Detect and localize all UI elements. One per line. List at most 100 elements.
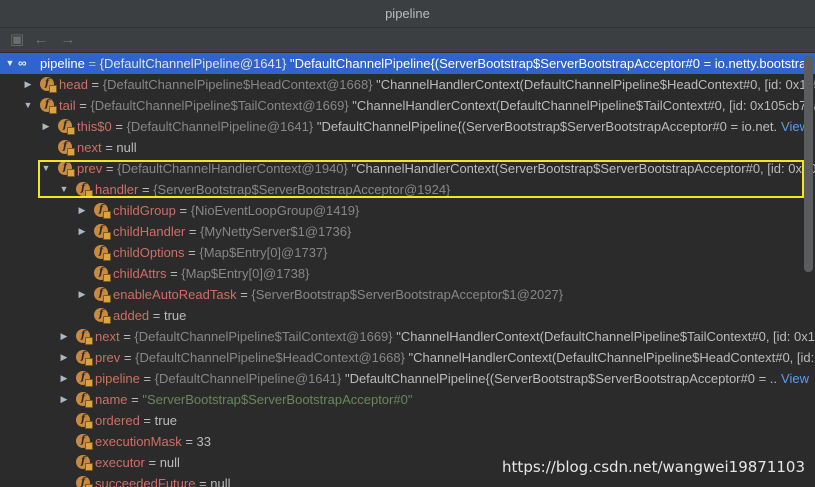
tree-row-content: name = "ServerBootstrap$ServerBootstrapA… [95,389,412,410]
expand-arrow-icon[interactable]: ▶ [58,347,70,368]
tree-row[interactable]: ▶ f this$0 = {DefaultChannelPipeline@1641}… [0,116,815,137]
field-name: succeededFuture [95,476,196,487]
field-type: {MyNettyServer$1@1736} [200,224,352,239]
field-value: "ChannelHandlerContext(DefaultChannelPip… [396,329,815,344]
field-icon: f [58,161,75,177]
tree-row[interactable]: ▶ f childHandler = {MyNettyServer$1@1736} [0,221,815,242]
expand-arrow-icon[interactable]: ▶ [58,368,70,389]
lock-icon [85,421,93,429]
tree-row[interactable]: ▶ f enableAutoReadTask = {ServerBootstrap$… [0,284,815,305]
equals-sign: = [175,203,191,218]
expand-arrow-icon[interactable]: ▶ [58,326,70,347]
back-arrow-icon[interactable]: ← [32,31,50,49]
field-type: {DefaultChannelHandlerContext@1940} [117,161,348,176]
field-icon: f [76,329,93,345]
equals-sign: = [149,308,164,323]
expand-arrow-icon[interactable]: ▶ [40,116,52,137]
field-name: executor [95,455,145,470]
lock-icon [103,274,111,282]
field-type: {DefaultChannelPipeline$TailContext@1669… [90,98,349,113]
field-type: {DefaultChannelPipeline$HeadContext@1668… [102,77,373,92]
field-name: next [95,329,120,344]
tree-row[interactable]: ▼ ∞ pipeline = {DefaultChannelPipeline@164… [0,53,815,74]
field-type: {ServerBootstrap$ServerBootstrapAcceptor… [153,182,451,197]
field-icon: f [76,182,93,198]
tree-row[interactable]: ▶ f childGroup = {NioEventLoopGroup@1419} [0,200,815,221]
field-icon: f [76,392,93,408]
tree-row[interactable]: ▶ f next = {DefaultChannelPipeline$TailCon… [0,326,815,347]
lock-icon [103,211,111,219]
collapse-arrow-icon[interactable]: ▼ [22,95,34,116]
field-type: {DefaultChannelPipeline@1641} [126,119,314,134]
field-icon: f [94,224,111,240]
lock-icon [67,169,75,177]
field-type: {DefaultChannelPipeline@1641} [154,371,342,386]
tree-row[interactable]: f childAttrs = {Map$Entry[0]@1738} [0,263,815,284]
expand-arrow-icon[interactable]: ▶ [76,284,88,305]
collapse-arrow-icon[interactable]: ▼ [4,53,16,74]
expand-arrow-icon[interactable]: ▶ [22,74,34,95]
collapse-arrow-icon[interactable]: ▼ [40,158,52,179]
field-icon: f [76,434,93,450]
field-icon: f [76,350,93,366]
tree-row-content: pipeline = {DefaultChannelPipeline@1641}… [40,53,814,74]
tree-row[interactable]: ▼ f tail = {DefaultChannelPipeline$TailCon… [0,95,815,116]
tree-row[interactable]: f ordered = true [0,410,815,431]
field-value: "DefaultChannelPipeline{(ServerBootstrap… [289,56,814,71]
equals-sign: = [102,161,118,176]
copy-icon[interactable]: ▣ [8,31,26,49]
forward-arrow-icon[interactable]: → [59,31,77,49]
field-name: ordered [95,413,140,428]
field-name: childOptions [113,245,185,260]
expand-arrow-icon[interactable]: ▶ [58,389,70,410]
equals-sign: = [195,476,211,487]
tree-row[interactable]: f added = true [0,305,815,326]
field-type: {Map$Entry[0]@1738} [181,266,310,281]
variables-tree[interactable]: ▼ ∞ pipeline = {DefaultChannelPipeline@164… [0,53,815,487]
equals-sign: = [139,413,155,428]
tree-row-content: prev = {DefaultChannelPipeline$HeadConte… [95,347,815,368]
field-icon: f [76,371,93,387]
lock-icon [103,232,111,240]
tree-row-content: handler = {ServerBootstrap$ServerBootstr… [95,179,450,200]
lock-icon [49,85,57,93]
lock-icon [103,253,111,261]
tree-row[interactable]: ▼ f handler = {ServerBootstrap$ServerBoots… [0,179,815,200]
tree-row[interactable]: ▶ f prev = {DefaultChannelPipeline$HeadCon… [0,347,815,368]
lock-icon [85,358,93,366]
field-name: head [59,77,88,92]
tree-row[interactable]: ▶ f name = "ServerBootstrap$ServerBootstra… [0,389,815,410]
lock-icon [85,463,93,471]
equals-sign: = [185,224,201,239]
field-icon: f [94,308,111,324]
tree-row[interactable]: f childOptions = {Map$Entry[0]@1737} [0,242,815,263]
field-icon: f [76,413,93,429]
view-link[interactable]: View [777,368,809,389]
lock-icon [103,295,111,303]
tree-row-content: enableAutoReadTask = {ServerBootstrap$Se… [113,284,563,305]
field-value: true [163,308,187,323]
field-value: 33 [196,434,212,449]
tree-row[interactable]: ▼ f prev = {DefaultChannelHandlerContext@1… [0,158,815,179]
vertical-scrollbar[interactable] [804,56,813,272]
tree-row[interactable]: f executionMask = 33 [0,431,815,452]
field-icon: f [40,77,57,93]
expand-arrow-icon[interactable]: ▶ [76,200,88,221]
field-name: name [95,392,128,407]
field-value: null [210,476,231,487]
field-name: prev [77,161,103,176]
tree-row-content: childAttrs = {Map$Entry[0]@1738} [113,263,309,284]
equals-sign: = [236,287,252,302]
field-type: {ServerBootstrap$ServerBootstrapAcceptor… [251,287,564,302]
tree-row[interactable]: f next = null [0,137,815,158]
tree-row[interactable]: ▶ f pipeline = {DefaultChannelPipeline@164… [0,368,815,389]
tree-row-content: next = null [77,137,137,158]
field-name: enableAutoReadTask [113,287,237,302]
field-name: childGroup [113,203,176,218]
expand-arrow-icon[interactable]: ▶ [76,221,88,242]
field-name: handler [95,182,139,197]
field-value: "ServerBootstrap$ServerBootstrapAcceptor… [142,392,413,407]
field-icon: f [76,476,93,487]
tree-row[interactable]: ▶ f head = {DefaultChannelPipeline$HeadCon… [0,74,815,95]
collapse-arrow-icon[interactable]: ▼ [58,179,70,200]
